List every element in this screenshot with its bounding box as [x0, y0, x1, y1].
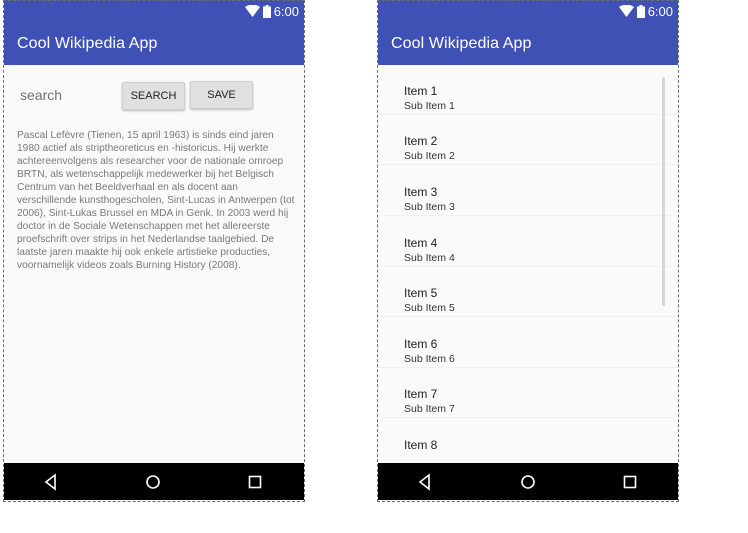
list-item-subtitle: Sub Item 7	[404, 403, 455, 415]
list-item[interactable]: Item 2 Sub Item 2	[378, 115, 678, 165]
list-item-title: Item 7	[404, 387, 438, 401]
list-scrollbar[interactable]	[662, 77, 665, 306]
home-icon[interactable]	[143, 472, 163, 492]
app-bar: Cool Wikipedia App	[4, 22, 304, 65]
phone-search-screen: 6:00 Cool Wikipedia App SEARCH SAVE Pasc…	[4, 0, 304, 500]
list-item[interactable]: Item 1 Sub Item 1	[378, 65, 678, 115]
article-text: Pascal Lefèvre (Tienen, 15 april 1963) i…	[17, 130, 295, 271]
status-time: 6:00	[647, 3, 673, 19]
item-list[interactable]: Item 1 Sub Item 1 Item 2 Sub Item 2 Item…	[378, 65, 678, 463]
list-item-title: Item 8	[404, 438, 438, 452]
back-icon[interactable]	[41, 472, 61, 492]
list-item-title: Item 6	[404, 337, 438, 351]
list-item[interactable]: Item 3 Sub Item 3	[378, 166, 678, 216]
status-bar: 6:00	[4, 0, 304, 22]
phone-list-screen: 6:00 Cool Wikipedia App Item 1 Sub Item …	[378, 0, 678, 500]
list-item-subtitle: Sub Item 1	[404, 100, 455, 112]
battery-icon	[262, 4, 271, 18]
app-title: Cool Wikipedia App	[391, 35, 532, 52]
status-time: 6:00	[273, 3, 299, 19]
save-button-label: SAVE	[207, 89, 236, 101]
recents-icon[interactable]	[620, 472, 640, 492]
list-item-title: Item 5	[404, 286, 438, 300]
search-button[interactable]: SEARCH	[122, 82, 185, 110]
save-button[interactable]: SAVE	[190, 81, 253, 109]
back-icon[interactable]	[415, 472, 435, 492]
list-item[interactable]: Item 6 Sub Item 6	[378, 318, 678, 368]
list-item-title: Item 2	[404, 134, 438, 148]
search-input[interactable]	[20, 86, 115, 104]
list-item[interactable]: Item 4 Sub Item 4	[378, 217, 678, 267]
list-item-subtitle: Sub Item 6	[404, 353, 455, 365]
list-item[interactable]: Item 8	[378, 419, 678, 463]
app-bar: Cool Wikipedia App	[378, 22, 678, 65]
list-item-subtitle: Sub Item 2	[404, 150, 455, 162]
wifi-icon	[618, 5, 634, 17]
list-item-subtitle: Sub Item 5	[404, 302, 455, 314]
navigation-bar	[378, 463, 678, 500]
list-item-title: Item 4	[404, 236, 438, 250]
recents-icon[interactable]	[245, 472, 265, 492]
app-title: Cool Wikipedia App	[17, 35, 158, 52]
list-item-subtitle: Sub Item 3	[404, 201, 455, 213]
search-button-label: SEARCH	[130, 90, 177, 102]
list-item-subtitle: Sub Item 4	[404, 252, 455, 264]
list-item-title: Item 1	[404, 84, 438, 98]
home-icon[interactable]	[518, 472, 538, 492]
status-bar: 6:00	[378, 0, 678, 22]
list-item[interactable]: Item 7 Sub Item 7	[378, 368, 678, 418]
list-item-title: Item 3	[404, 185, 438, 199]
wifi-icon	[244, 5, 260, 17]
battery-icon	[636, 4, 645, 18]
navigation-bar	[4, 463, 304, 500]
list-item[interactable]: Item 5 Sub Item 5	[378, 267, 678, 317]
